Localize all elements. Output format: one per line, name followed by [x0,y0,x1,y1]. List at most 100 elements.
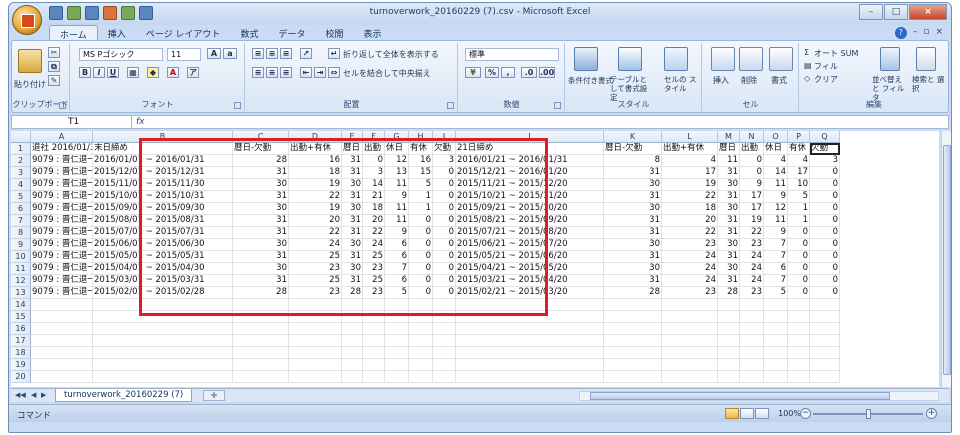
table-cell[interactable]: 9079 : 晋仁退一郎 [31,251,93,263]
table-cell[interactable]: 30 [233,239,289,251]
table-cell[interactable] [233,347,289,359]
table-cell[interactable] [342,323,363,335]
table-cell[interactable] [289,311,342,323]
header-cell[interactable]: 休日 [385,143,409,155]
header-cell[interactable]: 出勤 [740,143,764,155]
table-cell[interactable]: 23 [363,263,385,275]
table-cell[interactable]: 0 [433,215,456,227]
table-cell[interactable] [289,371,342,383]
table-cell[interactable]: 19 [740,215,764,227]
table-cell[interactable]: 25 [363,275,385,287]
next-sheet-icon[interactable]: ▶ [41,391,46,399]
close-button[interactable]: × [909,4,947,20]
column-header-q[interactable]: Q [810,131,840,143]
row-header[interactable]: 10 [11,251,31,263]
table-cell[interactable]: 2015/03/01 ~ 2015/03/31 [93,275,233,287]
table-cell[interactable]: 21 [363,191,385,203]
table-cell[interactable]: 0 [433,179,456,191]
font-name-select[interactable]: MS Pゴシック [79,48,163,61]
table-cell[interactable] [342,359,363,371]
table-cell[interactable]: 23 [662,287,718,299]
table-cell[interactable] [31,335,93,347]
table-cell[interactable]: 22 [740,227,764,239]
table-cell[interactable] [764,323,788,335]
table-cell[interactable] [662,299,718,311]
page-layout-view-icon[interactable] [740,408,754,419]
clear-button[interactable]: クリア [814,74,838,85]
table-cell[interactable]: 1 [409,203,433,215]
row-header[interactable]: 18 [11,347,31,359]
table-cell[interactable]: 18 [289,167,342,179]
table-cell[interactable] [385,347,409,359]
cut-icon[interactable]: ✂ [48,47,60,58]
table-cell[interactable]: 0 [810,167,840,179]
header-cell[interactable]: 休日 [764,143,788,155]
format-cells-icon[interactable] [769,47,793,71]
header-cell[interactable]: 出勤+有休 [662,143,718,155]
table-cell[interactable]: 31 [342,191,363,203]
table-cell[interactable] [740,359,764,371]
column-header-h[interactable]: H [409,131,433,143]
table-cell[interactable] [289,359,342,371]
insert-cells-icon[interactable] [711,47,735,71]
table-cell[interactable] [363,347,385,359]
table-cell[interactable] [788,299,810,311]
table-cell[interactable]: 20 [363,215,385,227]
ribbon-close-icon[interactable]: × [935,27,943,39]
grow-font-icon[interactable]: A [207,48,221,59]
table-cell[interactable]: 2015/05/21 ~ 2015/06/20 [456,251,604,263]
table-cell[interactable]: 20 [662,215,718,227]
table-cell[interactable] [662,311,718,323]
table-cell[interactable]: 16 [289,155,342,167]
table-cell[interactable]: 9 [385,191,409,203]
decrease-decimal-icon[interactable]: .00 [539,67,555,78]
table-cell[interactable] [289,323,342,335]
table-cell[interactable]: 24 [740,263,764,275]
table-cell[interactable]: 0 [409,239,433,251]
header-cell[interactable]: 有休 [409,143,433,155]
table-cell[interactable]: 0 [740,167,764,179]
table-cell[interactable] [764,347,788,359]
table-cell[interactable] [456,323,604,335]
font-size-select[interactable]: 11 [167,48,201,61]
table-cell[interactable]: 1 [788,215,810,227]
row-header[interactable]: 12 [11,275,31,287]
table-cell[interactable] [788,311,810,323]
format-as-table-icon[interactable] [618,47,642,71]
table-cell[interactable]: 28 [233,287,289,299]
table-cell[interactable]: 0 [810,191,840,203]
column-header-c[interactable]: C [233,131,289,143]
table-cell[interactable]: 31 [718,251,740,263]
table-cell[interactable]: 31 [718,191,740,203]
table-cell[interactable]: 11 [718,155,740,167]
table-cell[interactable]: 12 [764,203,788,215]
table-cell[interactable] [342,347,363,359]
header-cell[interactable]: 暦日 [342,143,363,155]
italic-icon[interactable]: I [93,67,105,78]
format-painter-icon[interactable]: ✎ [48,75,60,86]
table-cell[interactable]: 0 [788,263,810,275]
underline-icon[interactable]: U [107,67,119,78]
table-cell[interactable]: 2015/07/01 ~ 2015/07/31 [93,227,233,239]
table-cell[interactable]: 11 [764,179,788,191]
row-header[interactable]: 3 [11,167,31,179]
table-cell[interactable] [363,311,385,323]
zoom-level[interactable]: 100% [778,409,801,418]
table-cell[interactable]: 0 [409,215,433,227]
table-cell[interactable]: 28 [233,155,289,167]
paste-button[interactable]: 貼り付け [14,79,46,90]
table-cell[interactable] [718,299,740,311]
table-cell[interactable]: 0 [409,263,433,275]
table-cell[interactable]: 0 [810,215,840,227]
table-cell[interactable]: 2015/12/01 ~ 2015/12/31 [93,167,233,179]
help-icon[interactable]: ? [894,27,907,39]
table-cell[interactable]: 31 [233,191,289,203]
percent-icon[interactable]: % [485,67,499,78]
table-cell[interactable]: 7 [764,251,788,263]
table-cell[interactable]: 9079 : 晋仁退一郎 [31,179,93,191]
table-cell[interactable]: 30 [342,203,363,215]
table-cell[interactable]: 30 [342,239,363,251]
table-cell[interactable]: 24 [740,275,764,287]
table-cell[interactable]: 0 [810,227,840,239]
sort-filter-icon[interactable] [880,47,900,71]
